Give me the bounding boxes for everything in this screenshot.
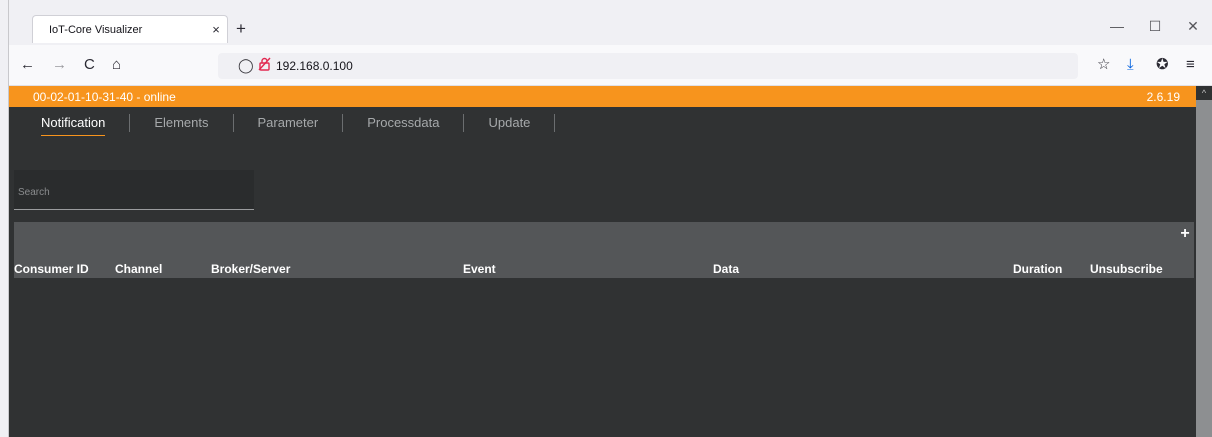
home-icon[interactable]: ⌂ [112,57,121,73]
window-controls: — ☐ ✕ [1098,18,1212,35]
tab-update[interactable]: Update [464,114,556,132]
tab-elements[interactable]: Elements [130,114,234,132]
status-bar: 00-02-01-10-31-40 - online 2.6.19 [9,86,1196,107]
browser-tab[interactable]: IoT-Core Visualizer × [32,15,228,43]
tab-label: Parameter [257,115,319,130]
search-box [14,170,254,210]
close-window-icon[interactable]: ✕ [1174,18,1212,35]
tab-processdata[interactable]: Processdata [343,114,465,132]
menu-icon[interactable]: ≡ [1186,57,1195,73]
download-icon[interactable]: ⤓ [1127,57,1134,73]
column-consumer-id: Consumer ID [14,262,89,276]
column-data: Data [713,262,740,276]
extension-icon[interactable]: ✪ [1156,57,1169,73]
tab-title: IoT-Core Visualizer [49,23,143,36]
new-tab-button[interactable]: + [236,20,246,38]
search-input[interactable] [14,170,254,209]
reload-icon[interactable]: C [84,57,95,73]
column-event: Event [463,262,496,276]
maximize-icon[interactable]: ☐ [1136,18,1174,35]
url-text[interactable]: 192.168.0.100 [276,59,353,73]
tab-label: Processdata [367,115,440,130]
column-duration: Duration [1013,262,1063,276]
tab-label: Elements [154,115,209,130]
back-icon[interactable]: ← [20,57,35,73]
bookmark-star-icon[interactable]: ☆ [1097,57,1110,73]
browser-nav-bar: ← → C ⌂ ◯ 192.168.0.100 ☆ ⤓ ✪ ≡ [0,45,1212,86]
minimize-icon[interactable]: — [1098,18,1136,35]
window-left-edge [0,0,9,437]
scroll-up-icon[interactable]: ^ [1196,86,1212,100]
firmware-version: 2.6.19 [1146,90,1180,104]
tracking-shield-icon[interactable]: ◯ [238,57,254,74]
column-broker-server: Broker/Server [211,262,291,276]
notification-table-header: + Consumer ID Channel Broker/Server Even… [14,222,1194,278]
page-content: 00-02-01-10-31-40 - online 2.6.19 Notifi… [9,86,1212,437]
url-bar[interactable]: ◯ 192.168.0.100 [218,53,1078,79]
main-tabs: Notification Elements Parameter Processd… [9,108,556,138]
tab-notification[interactable]: Notification [9,114,131,136]
add-subscription-button[interactable]: + [1178,226,1192,242]
tab-label: Notification [41,115,106,130]
browser-tab-bar: IoT-Core Visualizer × + — ☐ ✕ [0,0,1212,45]
tab-label: Update [488,115,531,130]
active-tab-indicator [41,135,106,136]
vertical-scrollbar[interactable]: ^ [1196,86,1212,437]
column-unsubscribe: Unsubscribe [1090,262,1163,276]
tab-close-icon[interactable]: × [205,22,227,37]
forward-icon[interactable]: → [52,57,67,73]
device-status: 00-02-01-10-31-40 - online [33,90,176,104]
insecure-lock-icon[interactable] [258,57,271,74]
tab-parameter[interactable]: Parameter [234,114,344,132]
column-channel: Channel [115,262,163,276]
